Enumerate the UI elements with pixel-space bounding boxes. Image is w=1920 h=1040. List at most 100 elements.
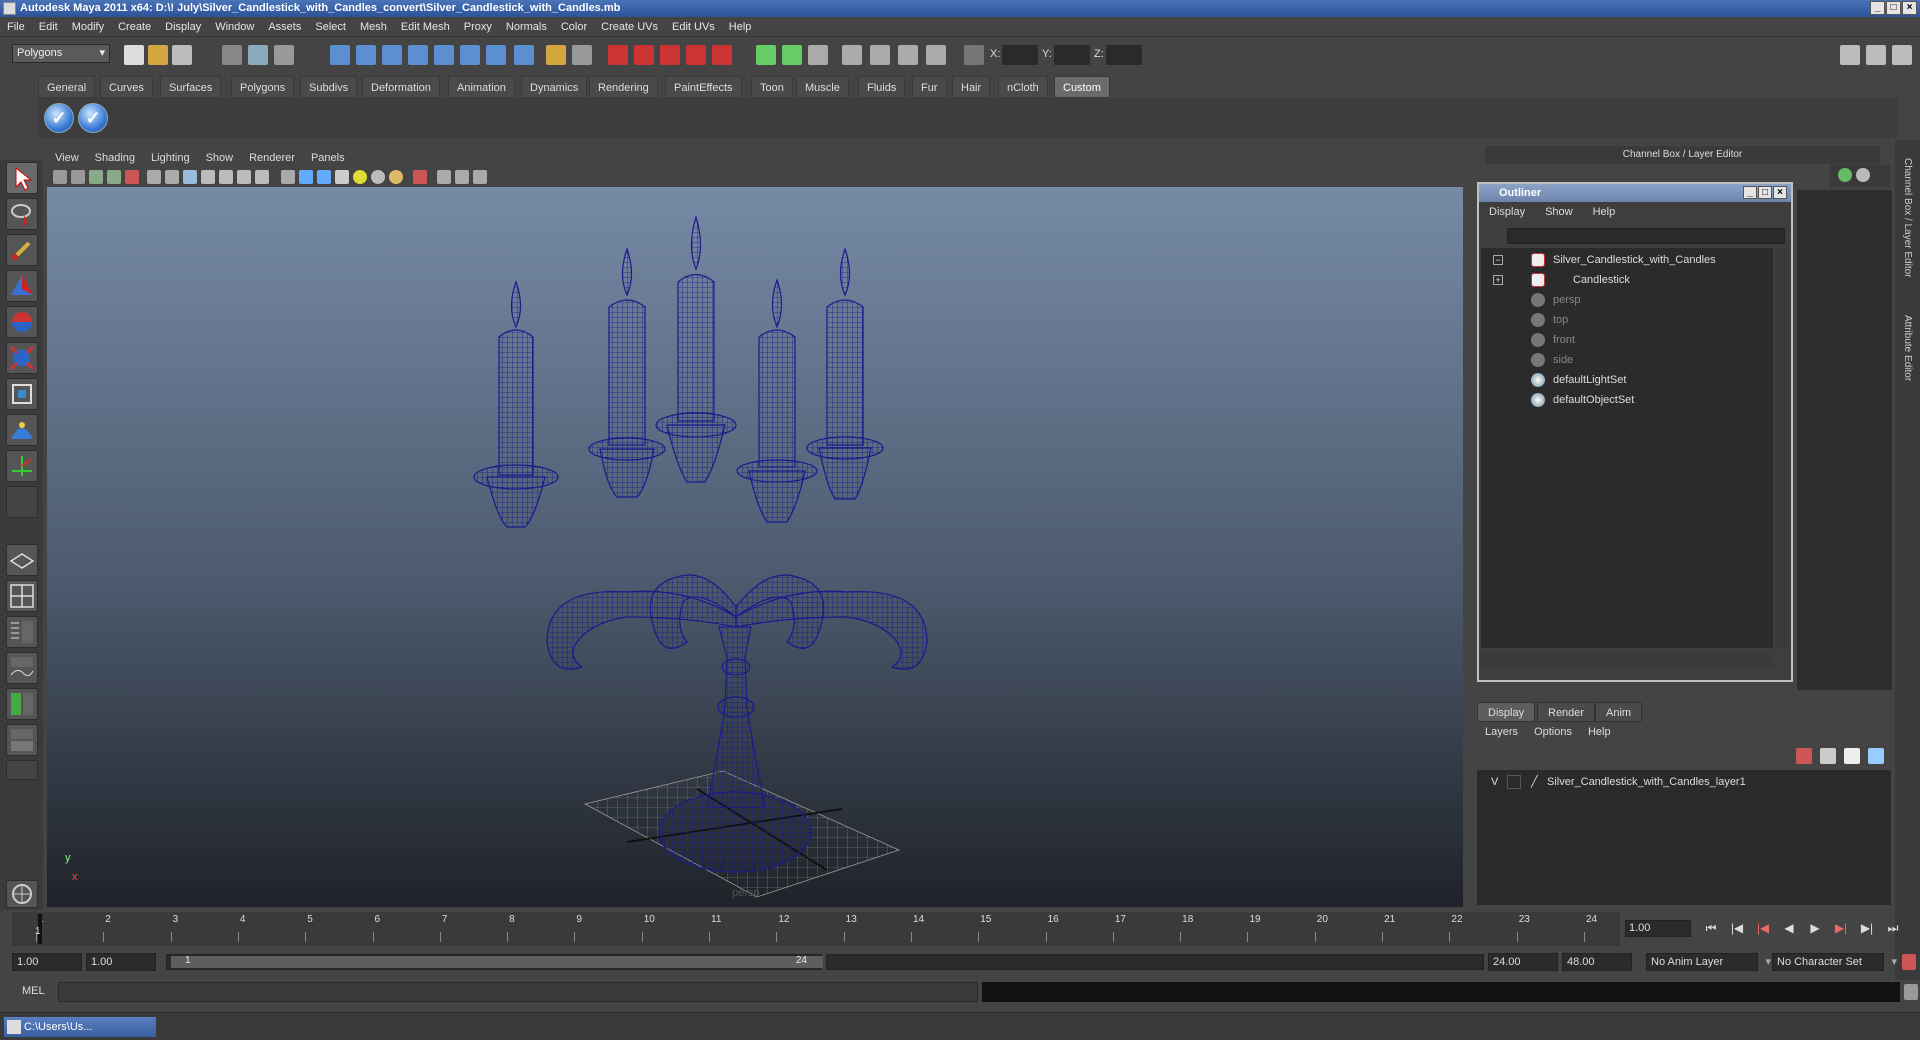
play-forwards-icon[interactable]: ▶: [1802, 918, 1828, 938]
x-field[interactable]: [1002, 45, 1038, 65]
lasso-tool-icon[interactable]: [6, 198, 38, 230]
step-forward-frame-icon[interactable]: ▶|: [1854, 918, 1880, 938]
close-button[interactable]: ×: [1902, 1, 1917, 15]
shelf-tab-muscle[interactable]: Muscle: [796, 76, 849, 98]
scale-tool-icon[interactable]: [6, 342, 38, 374]
render-view-icon[interactable]: [712, 45, 732, 65]
render-settings-icon[interactable]: [660, 45, 680, 65]
outliner-vertical-scrollbar[interactable]: [1775, 248, 1789, 648]
go-to-start-icon[interactable]: ⏮: [1698, 918, 1724, 938]
panel-menu-show[interactable]: Show: [198, 149, 242, 167]
shadows-icon[interactable]: [371, 170, 385, 184]
four-view-layout-icon[interactable]: [6, 580, 38, 612]
input-line-icon[interactable]: [756, 45, 776, 65]
channel-toggle-icon[interactable]: [782, 45, 802, 65]
menu-edit-mesh[interactable]: Edit Mesh: [394, 17, 457, 37]
range-slider-track[interactable]: [826, 954, 1484, 970]
playback-start-field[interactable]: 1.00: [86, 953, 156, 971]
time-slider[interactable]: 123456789101112131415161718192021222324 …: [12, 912, 1620, 946]
more-layouts-icon[interactable]: [6, 760, 38, 780]
safe-title-icon[interactable]: [255, 170, 269, 184]
safe-action-icon[interactable]: [237, 170, 251, 184]
panel-menu-panels[interactable]: Panels: [303, 149, 353, 167]
move-layer-down-icon[interactable]: [1820, 748, 1836, 764]
layer-menu-help[interactable]: Help: [1580, 722, 1619, 742]
outliner-filter-input[interactable]: [1507, 228, 1785, 244]
shelf-tab-painteffects[interactable]: PaintEffects: [665, 76, 742, 98]
camera-attributes-icon[interactable]: [71, 170, 85, 184]
z-field[interactable]: [1106, 45, 1142, 65]
rotate-tool-icon[interactable]: [6, 306, 38, 338]
film-gate-icon[interactable]: [165, 170, 179, 184]
shelf-tab-general[interactable]: General: [38, 76, 96, 98]
select-component-icon[interactable]: [274, 45, 294, 65]
script-editor-icon[interactable]: [1904, 984, 1918, 1000]
render-layer-icon[interactable]: [870, 45, 890, 65]
y-field[interactable]: [1054, 45, 1090, 65]
panel-menu-view[interactable]: View: [47, 149, 87, 167]
outliner-item[interactable]: side: [1481, 350, 1771, 370]
save-scene-icon[interactable]: [172, 45, 192, 65]
ipr-render-icon[interactable]: [634, 45, 654, 65]
select-hierarchy-icon[interactable]: [222, 45, 242, 65]
perspective-viewport[interactable]: persp y x: [47, 187, 1463, 907]
single-perspective-layout-icon[interactable]: [6, 544, 38, 576]
collapse-icon[interactable]: −: [1493, 255, 1503, 265]
menu-normals[interactable]: Normals: [499, 17, 554, 37]
2d-pan-zoom-icon[interactable]: [125, 170, 139, 184]
outliner-menu-show[interactable]: Show: [1535, 202, 1583, 222]
show-tool-settings-icon[interactable]: [1866, 45, 1886, 65]
minimize-button[interactable]: _: [1870, 1, 1885, 15]
menu-set-dropdown[interactable]: Polygons ▾: [12, 44, 110, 63]
snap-surface-icon[interactable]: [434, 45, 454, 65]
menu-create-uvs[interactable]: Create UVs: [594, 17, 665, 37]
side-tab-attribute-editor[interactable]: Attribute Editor: [1902, 315, 1913, 381]
outliner-item[interactable]: defaultLightSet: [1481, 370, 1771, 390]
menu-edit[interactable]: Edit: [32, 17, 65, 37]
menu-modify[interactable]: Modify: [65, 17, 111, 37]
outliner-item[interactable]: top: [1481, 310, 1771, 330]
resolution-gate-icon[interactable]: [183, 170, 197, 184]
menu-assets[interactable]: Assets: [261, 17, 308, 37]
construction-history-icon[interactable]: [572, 45, 592, 65]
current-frame-field[interactable]: 1.00: [1625, 920, 1691, 937]
menu-window[interactable]: Window: [208, 17, 261, 37]
outliner-horizontal-scrollbar[interactable]: [1481, 654, 1773, 668]
side-tab-channel-box[interactable]: Channel Box / Layer Editor: [1902, 158, 1913, 278]
layer-tab-render[interactable]: Render: [1537, 702, 1596, 722]
shelf-tab-surfaces[interactable]: Surfaces: [160, 76, 222, 98]
outliner-maximize-button[interactable]: □: [1758, 186, 1772, 199]
new-scene-icon[interactable]: [124, 45, 144, 65]
play-backwards-icon[interactable]: ◀: [1776, 918, 1802, 938]
shelf-tab-ncloth[interactable]: nCloth: [998, 76, 1048, 98]
outliner-item[interactable]: − Silver_Candlestick_with_Candles: [1481, 250, 1771, 270]
playback-end-field[interactable]: 24.00: [1488, 953, 1558, 971]
textured-icon[interactable]: [335, 170, 349, 184]
show-attribute-editor-icon[interactable]: [1840, 45, 1860, 65]
paint-select-tool-icon[interactable]: [6, 234, 38, 266]
minimized-window[interactable]: C:\Users\Us...: [4, 1017, 156, 1037]
layer-template-toggle[interactable]: [1507, 775, 1521, 789]
render-current-icon[interactable]: [608, 45, 628, 65]
shelf-tab-polygons[interactable]: Polygons: [231, 76, 295, 98]
outliner-item[interactable]: persp: [1481, 290, 1771, 310]
smooth-shade-icon[interactable]: [299, 170, 313, 184]
outliner-titlebar[interactable]: Outliner _ □ ×: [1479, 184, 1791, 202]
shelf-tab-toon[interactable]: Toon: [751, 76, 793, 98]
shelf-tab-dynamics[interactable]: Dynamics: [521, 76, 588, 98]
animation-end-field[interactable]: 48.00: [1562, 953, 1632, 971]
create-empty-layer-icon[interactable]: [1844, 748, 1860, 764]
menu-edit-uvs[interactable]: Edit UVs: [665, 17, 722, 37]
use-all-lights-icon[interactable]: [353, 170, 367, 184]
shelf-tab-subdivs[interactable]: Subdivs: [300, 76, 358, 98]
anim-layer-dropdown[interactable]: No Anim Layer ▾: [1646, 953, 1771, 971]
outliner-item[interactable]: front: [1481, 330, 1771, 350]
panel-menu-shading[interactable]: Shading: [87, 149, 143, 167]
menu-create[interactable]: Create: [111, 17, 158, 37]
xray-icon[interactable]: [437, 170, 451, 184]
layer-visibility-toggle[interactable]: V: [1491, 772, 1498, 792]
field-chart-icon[interactable]: [219, 170, 233, 184]
menu-mesh[interactable]: Mesh: [353, 17, 394, 37]
wireframe-on-shaded-icon[interactable]: [317, 170, 331, 184]
step-forward-key-icon[interactable]: ▶|: [1828, 918, 1854, 938]
